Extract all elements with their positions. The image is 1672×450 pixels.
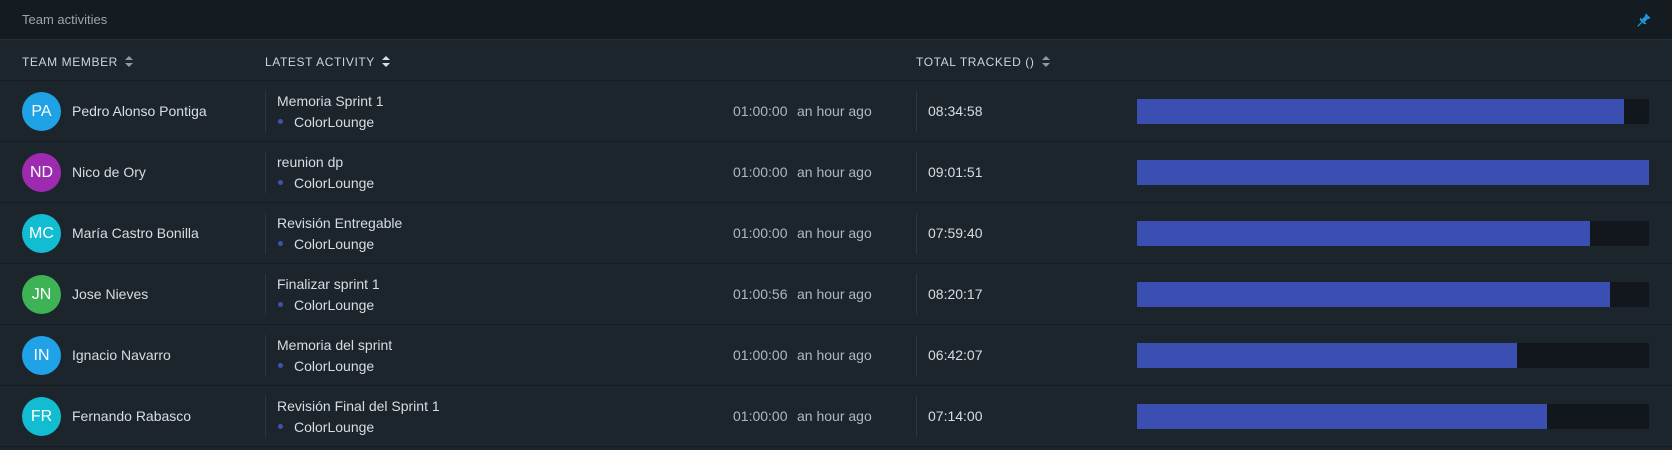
- activity-title: Finalizar sprint 1: [277, 276, 380, 292]
- avatar: MC: [22, 214, 61, 253]
- column-header-team-member[interactable]: TEAM MEMBER: [22, 55, 133, 70]
- divider: [265, 396, 266, 437]
- member-name[interactable]: María Castro Bonilla: [72, 225, 199, 241]
- table-row[interactable]: ND Nico de Ory reunion dp ColorLounge 01…: [0, 142, 1672, 203]
- activity-table-body: PA Pedro Alonso Pontiga Memoria Sprint 1…: [0, 81, 1672, 447]
- divider: [916, 335, 917, 376]
- table-row[interactable]: IN Ignacio Navarro Memoria del sprint Co…: [0, 325, 1672, 386]
- divider: [265, 335, 266, 376]
- project-name: ColorLounge: [294, 297, 375, 313]
- divider: [265, 274, 266, 315]
- activity-title: Memoria Sprint 1: [277, 93, 384, 109]
- progress-bar-fill: [1137, 404, 1548, 429]
- avatar: IN: [22, 336, 61, 375]
- panel-header: Team activities: [0, 0, 1672, 40]
- project-dot-icon: [278, 241, 283, 246]
- table-row[interactable]: JN Jose Nieves Finalizar sprint 1 ColorL…: [0, 264, 1672, 325]
- project-name: ColorLounge: [294, 419, 375, 435]
- member-name[interactable]: Ignacio Navarro: [72, 347, 171, 363]
- column-label: TOTAL TRACKED (): [916, 55, 1035, 69]
- divider: [265, 91, 266, 132]
- project-label: ColorLounge: [277, 114, 374, 130]
- project-label: ColorLounge: [277, 175, 374, 191]
- total-tracked: 09:01:51: [928, 164, 983, 180]
- column-header-total-tracked[interactable]: TOTAL TRACKED (): [916, 55, 1050, 70]
- activity-duration: 01:00:00: [733, 225, 788, 241]
- progress-bar: [1137, 221, 1649, 246]
- project-label: ColorLounge: [277, 236, 374, 252]
- progress-bar-fill: [1137, 282, 1610, 307]
- divider: [265, 152, 266, 193]
- column-header-latest-activity[interactable]: LATEST ACTIVITY: [265, 55, 390, 70]
- pin-icon[interactable]: [1634, 12, 1652, 30]
- activity-duration: 01:00:00: [733, 347, 788, 363]
- avatar: ND: [22, 153, 61, 192]
- divider: [265, 213, 266, 254]
- activity-time-ago: an hour ago: [797, 408, 872, 424]
- member-name[interactable]: Pedro Alonso Pontiga: [72, 103, 207, 119]
- progress-bar: [1137, 282, 1649, 307]
- project-name: ColorLounge: [294, 236, 375, 252]
- divider: [916, 213, 917, 254]
- column-label: TEAM MEMBER: [22, 55, 118, 69]
- activity-duration: 01:00:00: [733, 408, 788, 424]
- project-label: ColorLounge: [277, 419, 374, 435]
- project-dot-icon: [278, 302, 283, 307]
- avatar: PA: [22, 92, 61, 131]
- table-header: TEAM MEMBER LATEST ACTIVITY TOTAL TRACKE…: [0, 41, 1672, 81]
- sort-icon[interactable]: [124, 56, 133, 70]
- member-name[interactable]: Fernando Rabasco: [72, 408, 191, 424]
- table-row[interactable]: FR Fernando Rabasco Revisión Final del S…: [0, 386, 1672, 447]
- column-label: LATEST ACTIVITY: [265, 55, 375, 69]
- progress-bar: [1137, 160, 1649, 185]
- project-dot-icon: [278, 363, 283, 368]
- activity-time-ago: an hour ago: [797, 286, 872, 302]
- progress-bar-fill: [1137, 343, 1517, 368]
- sort-icon[interactable]: [381, 56, 390, 70]
- project-name: ColorLounge: [294, 175, 375, 191]
- activity-time-ago: an hour ago: [797, 103, 872, 119]
- project-name: ColorLounge: [294, 358, 375, 374]
- total-tracked: 06:42:07: [928, 347, 983, 363]
- progress-bar-fill: [1137, 160, 1649, 185]
- table-row[interactable]: MC María Castro Bonilla Revisión Entrega…: [0, 203, 1672, 264]
- activity-title: Revisión Entregable: [277, 215, 403, 231]
- activity-duration: 01:00:56: [733, 286, 788, 302]
- project-name: ColorLounge: [294, 114, 375, 130]
- table-row[interactable]: PA Pedro Alonso Pontiga Memoria Sprint 1…: [0, 81, 1672, 142]
- divider: [916, 274, 917, 315]
- progress-bar: [1137, 404, 1649, 429]
- panel-title: Team activities: [22, 12, 108, 27]
- progress-bar: [1137, 343, 1649, 368]
- avatar: FR: [22, 397, 61, 436]
- member-name[interactable]: Nico de Ory: [72, 164, 146, 180]
- project-dot-icon: [278, 180, 283, 185]
- activity-time-ago: an hour ago: [797, 347, 872, 363]
- progress-bar: [1137, 99, 1649, 124]
- activity-title: Memoria del sprint: [277, 337, 393, 353]
- activity-time-ago: an hour ago: [797, 225, 872, 241]
- team-activities-panel: Team activities TEAM MEMBER LATEST ACTIV…: [0, 0, 1672, 450]
- total-tracked: 08:20:17: [928, 286, 983, 302]
- total-tracked: 08:34:58: [928, 103, 983, 119]
- project-dot-icon: [278, 119, 283, 124]
- avatar: JN: [22, 275, 61, 314]
- activity-time-ago: an hour ago: [797, 164, 872, 180]
- divider: [916, 91, 917, 132]
- project-label: ColorLounge: [277, 358, 374, 374]
- progress-bar-fill: [1137, 99, 1624, 124]
- project-dot-icon: [278, 424, 283, 429]
- activity-title: reunion dp: [277, 154, 344, 170]
- total-tracked: 07:59:40: [928, 225, 983, 241]
- activity-duration: 01:00:00: [733, 103, 788, 119]
- divider: [916, 396, 917, 437]
- member-name[interactable]: Jose Nieves: [72, 286, 148, 302]
- project-label: ColorLounge: [277, 297, 374, 313]
- progress-bar-fill: [1137, 221, 1591, 246]
- activity-title: Revisión Final del Sprint 1: [277, 398, 440, 414]
- divider: [916, 152, 917, 193]
- activity-duration: 01:00:00: [733, 164, 788, 180]
- total-tracked: 07:14:00: [928, 408, 983, 424]
- sort-icon[interactable]: [1041, 56, 1050, 70]
